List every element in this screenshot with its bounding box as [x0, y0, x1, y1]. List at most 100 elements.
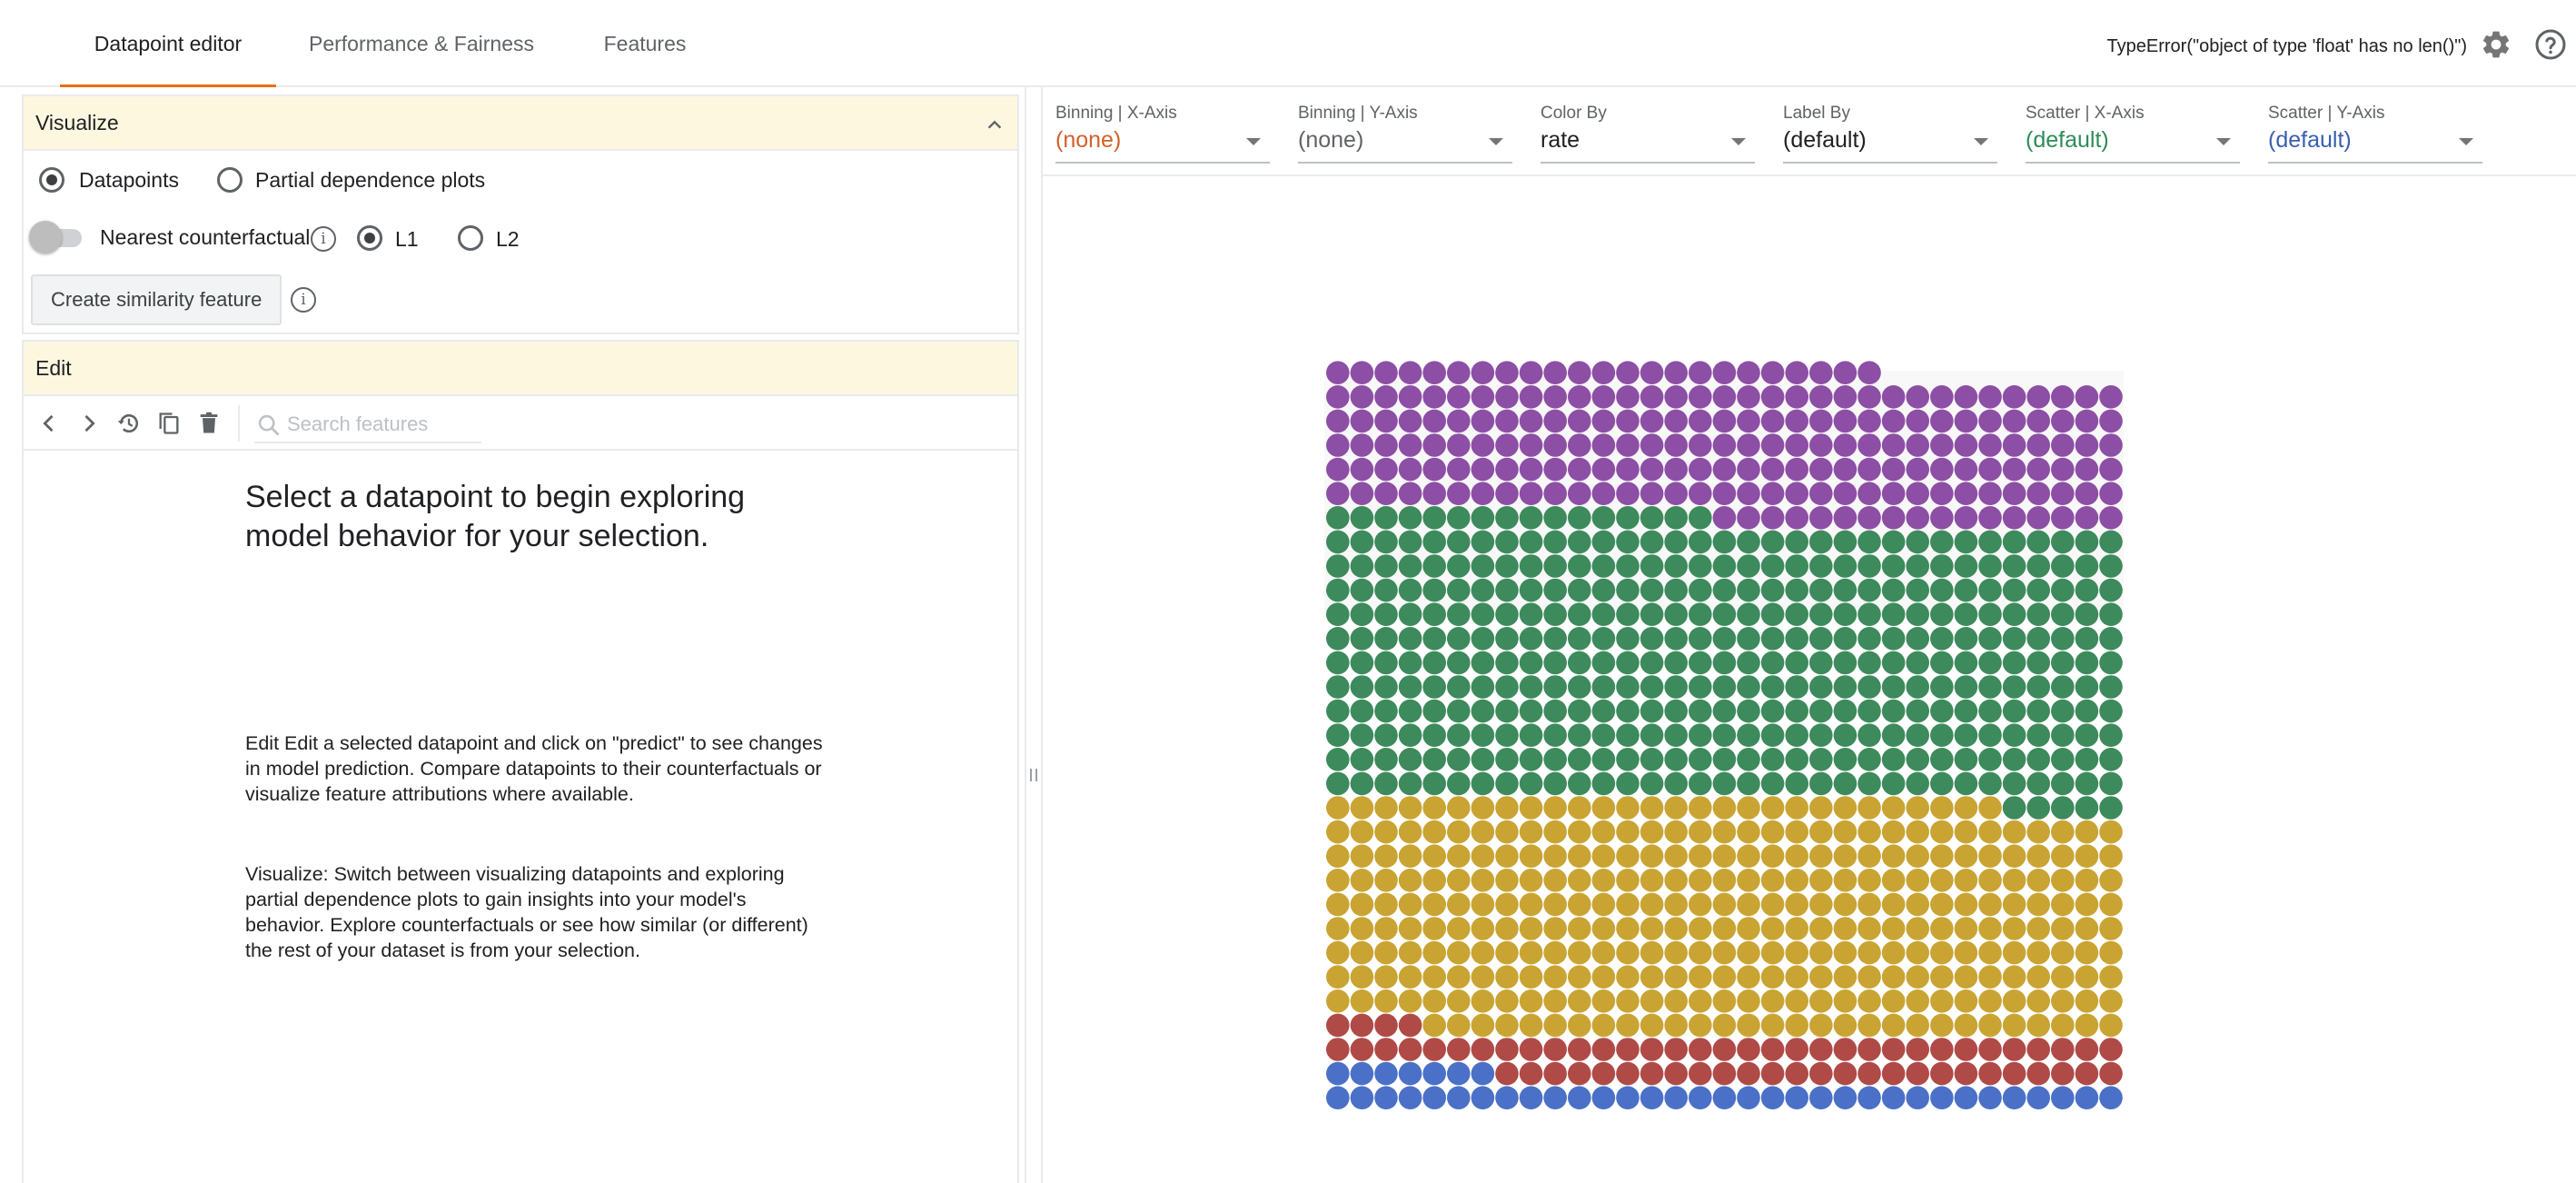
datapoint[interactable]	[1568, 796, 1591, 820]
datapoint[interactable]	[1471, 844, 1495, 868]
datapoint[interactable]	[1833, 844, 1858, 868]
datapoint[interactable]	[1760, 578, 1785, 602]
datapoint[interactable]	[2026, 651, 2050, 675]
datapoint[interactable]	[1978, 506, 2002, 530]
datapoint[interactable]	[1326, 917, 1350, 940]
datapoint[interactable]	[1712, 554, 1737, 578]
datapoint[interactable]	[1326, 409, 1350, 433]
datapoint[interactable]	[1833, 433, 1858, 457]
datapoint[interactable]	[2075, 723, 2099, 747]
datapoint[interactable]	[2099, 506, 2123, 530]
datapoint[interactable]	[1350, 433, 1374, 457]
datapoint[interactable]	[1881, 820, 1906, 844]
datapoint[interactable]	[1689, 796, 1712, 820]
datapoint[interactable]	[1471, 675, 1495, 699]
datapoint[interactable]	[1760, 627, 1785, 651]
datapoint[interactable]	[1543, 602, 1567, 626]
datapoint[interactable]	[1616, 1061, 1640, 1086]
datapoint[interactable]	[1737, 530, 1760, 554]
datapoint[interactable]	[1833, 385, 1858, 409]
datapoint[interactable]	[1785, 627, 1808, 651]
datapoint[interactable]	[1785, 869, 1808, 892]
datapoint[interactable]	[1881, 457, 1906, 482]
datapoint[interactable]	[2099, 748, 2123, 771]
datapoint[interactable]	[1374, 651, 1398, 675]
datapoint[interactable]	[1543, 820, 1567, 844]
datapoint[interactable]	[1785, 892, 1808, 917]
datapoint[interactable]	[1326, 675, 1350, 699]
datapoint[interactable]	[1422, 385, 1446, 409]
datapoint[interactable]	[1785, 1061, 1808, 1086]
datapoint[interactable]	[1664, 748, 1688, 771]
datapoint[interactable]	[1640, 530, 1664, 554]
datapoint[interactable]	[1737, 796, 1760, 820]
datapoint[interactable]	[1833, 771, 1858, 796]
datapoint[interactable]	[1858, 723, 1881, 747]
datapoint[interactable]	[2075, 869, 2099, 892]
datapoint[interactable]	[1447, 627, 1471, 651]
datapoint[interactable]	[1737, 554, 1760, 578]
datapoint[interactable]	[1712, 506, 1737, 530]
datapoint[interactable]	[1519, 917, 1543, 940]
datapoint[interactable]	[1712, 820, 1737, 844]
datapoint[interactable]	[1519, 1038, 1543, 1061]
datapoint[interactable]	[1326, 482, 1350, 505]
datapoint[interactable]	[1447, 578, 1471, 602]
history-icon[interactable]	[116, 411, 142, 436]
datapoint[interactable]	[1760, 675, 1785, 699]
datapoint[interactable]	[1858, 651, 1881, 675]
datapoint[interactable]	[1760, 869, 1785, 892]
datapoint[interactable]	[1543, 869, 1567, 892]
datapoint[interactable]	[1737, 651, 1760, 675]
datapoint[interactable]	[2026, 578, 2050, 602]
datapoint[interactable]	[1689, 748, 1712, 771]
datapoint[interactable]	[2002, 602, 2026, 626]
datapoint[interactable]	[1737, 1038, 1760, 1061]
datapoint[interactable]	[1858, 482, 1881, 505]
datapoint[interactable]	[1471, 965, 1495, 989]
datapoint[interactable]	[1906, 1038, 1929, 1061]
datapoint[interactable]	[1495, 602, 1519, 626]
datapoint[interactable]	[1906, 1061, 1929, 1086]
datapoint[interactable]	[1471, 820, 1495, 844]
datapoint[interactable]	[1858, 844, 1881, 868]
datapoint[interactable]	[1858, 675, 1881, 699]
datapoint[interactable]	[2026, 554, 2050, 578]
datapoint[interactable]	[2051, 1061, 2075, 1086]
datapoint[interactable]	[1374, 1086, 1398, 1109]
datapoint[interactable]	[1422, 989, 1446, 1013]
datapoint[interactable]	[1737, 433, 1760, 457]
datapoint[interactable]	[1712, 1038, 1737, 1061]
datapoint[interactable]	[1374, 965, 1398, 989]
datapoint[interactable]	[1326, 771, 1350, 796]
datapoint[interactable]	[1906, 965, 1929, 989]
datapoint[interactable]	[1519, 554, 1543, 578]
datapoint[interactable]	[1568, 457, 1591, 482]
datapoint[interactable]	[1350, 723, 1374, 747]
datapoint[interactable]	[1591, 1061, 1616, 1086]
datapoint[interactable]	[1447, 1086, 1471, 1109]
datapoint[interactable]	[2099, 723, 2123, 747]
datapoint[interactable]	[1954, 748, 1978, 771]
datapoint[interactable]	[1326, 723, 1350, 747]
datapoint[interactable]	[1760, 771, 1785, 796]
datapoint[interactable]	[1568, 530, 1591, 554]
datapoint[interactable]	[1616, 1038, 1640, 1061]
datapoint[interactable]	[1447, 602, 1471, 626]
datapoint[interactable]	[1833, 989, 1858, 1013]
datapoint[interactable]	[1519, 1061, 1543, 1086]
datapoint[interactable]	[1374, 627, 1398, 651]
datapoint[interactable]	[1591, 409, 1616, 433]
datapoint[interactable]	[2075, 1086, 2099, 1109]
datapoint[interactable]	[1954, 409, 1978, 433]
datapoint[interactable]	[1664, 989, 1688, 1013]
datapoint[interactable]	[1326, 1086, 1350, 1109]
info-icon[interactable]: i	[311, 226, 336, 252]
datapoint[interactable]	[1495, 723, 1519, 747]
datapoint[interactable]	[1664, 1086, 1688, 1109]
datapoint[interactable]	[1954, 796, 1978, 820]
datapoint[interactable]	[1760, 409, 1785, 433]
datapoint[interactable]	[1350, 578, 1374, 602]
datapoint[interactable]	[2051, 820, 2075, 844]
datapoint[interactable]	[1978, 989, 2002, 1013]
